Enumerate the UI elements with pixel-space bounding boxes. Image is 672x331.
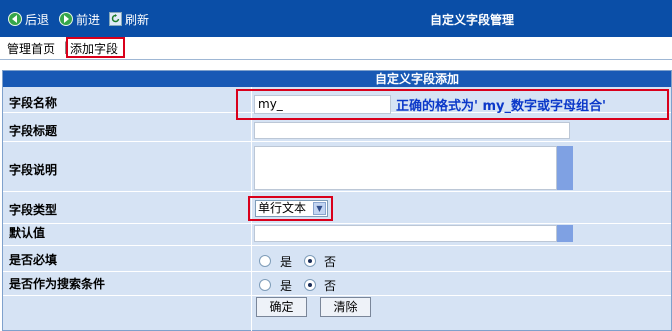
forward-label: 前进 bbox=[76, 12, 101, 27]
back-label: 后退 bbox=[25, 12, 50, 27]
searchable-label: 是否作为搜索条件 bbox=[9, 277, 106, 291]
row-field-name: 字段名称 my_ 正确的格式为' my_数字或字母组合' bbox=[3, 87, 671, 120]
required-no-label: 否 bbox=[324, 255, 337, 269]
required-label: 是否必填 bbox=[9, 253, 58, 267]
field-title-label: 字段标题 bbox=[9, 124, 58, 138]
refresh-label: 刷新 bbox=[125, 12, 150, 27]
highlight-box-breadcrumb bbox=[66, 37, 125, 58]
required-no-radio[interactable] bbox=[304, 255, 316, 267]
forward-button[interactable]: 前进 bbox=[59, 11, 100, 27]
highlight-box-field-name bbox=[236, 89, 669, 120]
row-field-title: 字段标题 bbox=[3, 120, 671, 142]
field-type-label: 字段类型 bbox=[9, 203, 58, 217]
form-header-text: 自定义字段添加 bbox=[374, 72, 459, 86]
default-value-label: 默认值 bbox=[9, 226, 46, 240]
form-panel: 自定义字段添加 字段名称 my_ 正确的格式为' my_数字或字母组合' 字段标… bbox=[2, 70, 672, 331]
default-value-scrollbar[interactable] bbox=[557, 225, 573, 242]
row-required: 是否必填 是 否 bbox=[3, 246, 671, 272]
top-toolbar: 后退 前进 刷新 自定义字段管理 bbox=[0, 0, 672, 37]
field-description-label: 字段说明 bbox=[9, 163, 58, 177]
row-buttons: 确定 清除 bbox=[3, 296, 671, 320]
reset-button[interactable]: 清除 bbox=[320, 297, 371, 317]
field-title-input[interactable] bbox=[254, 122, 570, 139]
description-scrollbar[interactable] bbox=[557, 146, 573, 190]
page-title: 自定义字段管理 bbox=[430, 13, 515, 27]
searchable-yes-label: 是 bbox=[280, 279, 293, 293]
default-value-input[interactable] bbox=[254, 225, 557, 242]
searchable-yes-radio[interactable] bbox=[259, 279, 271, 291]
refresh-icon bbox=[109, 12, 122, 26]
searchable-no-radio[interactable] bbox=[304, 279, 316, 291]
required-yes-label: 是 bbox=[280, 255, 293, 269]
row-searchable: 是否作为搜索条件 是 否 bbox=[3, 272, 671, 296]
field-description-textarea[interactable] bbox=[254, 146, 557, 190]
refresh-button[interactable]: 刷新 bbox=[109, 11, 149, 27]
field-name-label: 字段名称 bbox=[9, 96, 58, 110]
arrow-right-icon bbox=[59, 12, 73, 26]
row-default-value: 默认值 bbox=[3, 224, 671, 246]
breadcrumb: 管理首页 | 添加字段 bbox=[0, 37, 672, 60]
highlight-box-field-type bbox=[248, 196, 333, 221]
row-field-description: 字段说明 bbox=[3, 142, 671, 192]
required-yes-radio[interactable] bbox=[259, 255, 271, 267]
searchable-no-label: 否 bbox=[324, 279, 337, 293]
breadcrumb-home-link[interactable]: 管理首页 bbox=[7, 40, 55, 57]
submit-button[interactable]: 确定 bbox=[256, 297, 307, 317]
arrow-left-icon bbox=[8, 12, 22, 26]
back-button[interactable]: 后退 bbox=[8, 11, 49, 27]
form-header: 自定义字段添加 bbox=[3, 71, 671, 87]
row-field-type: 字段类型 单行文本 ▼ bbox=[3, 192, 671, 224]
